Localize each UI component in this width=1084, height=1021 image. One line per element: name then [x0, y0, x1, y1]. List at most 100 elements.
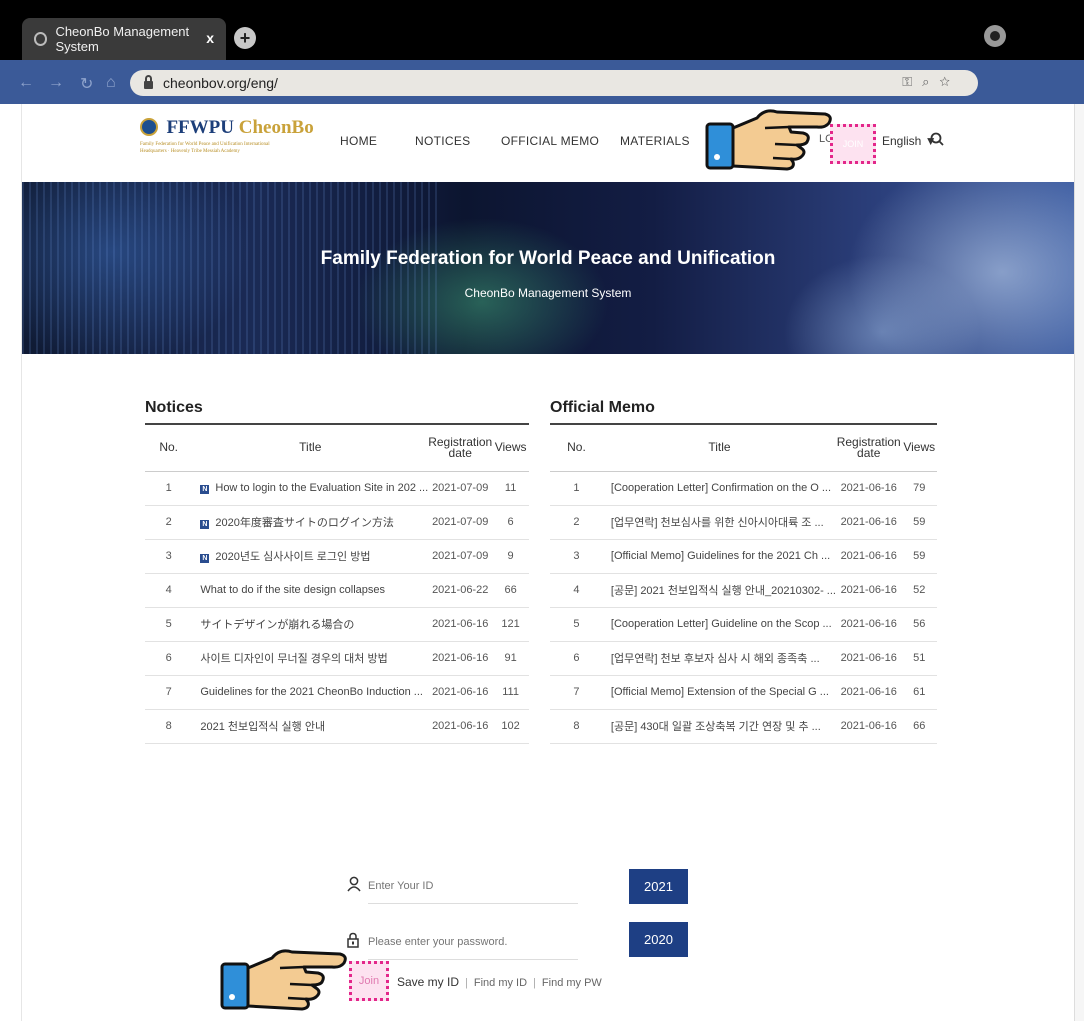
browser-profile-icon[interactable] — [984, 25, 1006, 47]
table-row[interactable]: 5 [Cooperation Letter] Guideline on the S… — [550, 607, 937, 642]
table-row[interactable]: 7 Guidelines for the 2021 CheonBo Inducti… — [145, 675, 529, 710]
row-title[interactable]: [공문] 2021 천보입적식 실행 안내_20210302- ... — [602, 573, 836, 608]
language-select[interactable]: English ▼ — [882, 134, 937, 148]
globe-icon — [34, 32, 48, 46]
col-title: Title — [602, 423, 836, 472]
reload-icon[interactable]: ↻ — [80, 74, 93, 94]
password-input[interactable] — [368, 932, 578, 960]
site-logo[interactable]: FFWPU CheonBo Family Federation for Worl… — [140, 117, 314, 155]
scrollbar[interactable] — [1074, 104, 1084, 1021]
new-tab-button[interactable]: + — [234, 27, 256, 49]
row-number: 6 — [145, 641, 193, 676]
row-views: 56 — [901, 607, 937, 642]
nav-official-memo[interactable]: OFFICIAL MEMO — [501, 134, 599, 148]
row-date: 2021-06-22 — [428, 573, 493, 608]
row-date: 2021-06-16 — [428, 641, 493, 676]
row-title[interactable]: [업무연락] 천보 후보자 심사 시 해외 종족축 ... — [602, 641, 836, 676]
row-number-text: 7 — [165, 686, 172, 698]
row-number-text: 7 — [573, 686, 580, 698]
row-date-text: 2021-07-09 — [432, 550, 489, 562]
row-number: 7 — [145, 675, 193, 710]
table-row[interactable]: 3 N 2020년도 심사사이트 로그인 방법 2021-07-09 9 — [145, 539, 529, 574]
row-title-text: [업무연락] 천보 후보자 심사 시 해외 종족축 ... — [610, 653, 820, 665]
row-views: 66 — [901, 709, 937, 744]
join-link-label: JOIN — [842, 139, 864, 149]
row-number: 2 — [145, 505, 193, 540]
row-date-text: 2021-06-16 — [840, 686, 897, 698]
table-row[interactable]: 4 What to do if the site design collapses… — [145, 573, 529, 608]
table-row[interactable]: 6 사이트 디자인이 무너질 경우의 대처 방법 2021-06-16 91 — [145, 641, 529, 676]
row-views: 79 — [901, 471, 937, 506]
back-arrow-icon[interactable]: ← — [18, 74, 34, 92]
separator: | — [465, 977, 468, 989]
id-input[interactable] — [368, 876, 578, 904]
logo-primary: FFWPU — [166, 117, 234, 138]
row-title[interactable]: [Cooperation Letter] Confirmation on the… — [602, 471, 836, 506]
row-date-text: 2021-06-16 — [432, 618, 489, 630]
new-badge-icon: N — [200, 485, 210, 494]
col-no: No. — [550, 423, 603, 472]
year-2021-button[interactable]: 2021 — [629, 869, 688, 904]
table-row[interactable]: 7 [Official Memo] Extension of the Specia… — [550, 675, 937, 710]
row-title[interactable]: N 2020年度審査サイトのログイン方法 — [192, 505, 429, 540]
table-row[interactable]: 8 [공문] 430대 일괄 조상축복 기간 연장 및 추 ... 2021-06-… — [550, 709, 937, 744]
row-title[interactable]: What to do if the site design collapses — [192, 573, 429, 608]
row-number-text: 1 — [573, 482, 580, 494]
row-title[interactable]: [공문] 430대 일괄 조상축복 기간 연장 및 추 ... — [602, 709, 836, 744]
table-row[interactable]: 1 N How to login to the Evaluation Site in… — [145, 471, 529, 506]
row-date-text: 2021-06-16 — [432, 720, 489, 732]
table-row[interactable]: 4 [공문] 2021 천보입적식 실행 안내_20210302- ... 2021… — [550, 573, 937, 608]
find-pw-link[interactable]: Find my PW — [542, 977, 602, 989]
row-title[interactable]: [업무연락] 천보심사를 위한 신아시아대륙 조 ... — [602, 505, 836, 540]
row-title[interactable]: N 2020년도 심사사이트 로그인 방법 — [192, 539, 429, 574]
save-id-checkbox[interactable]: Save my ID — [397, 975, 459, 989]
join-button-highlighted[interactable]: Join — [349, 961, 389, 1001]
row-views: 102 — [492, 709, 529, 744]
home-icon[interactable]: ⌂ — [106, 74, 116, 92]
row-title[interactable]: 사이트 디자인이 무너질 경우의 대처 방법 — [192, 641, 429, 676]
table-row[interactable]: 6 [업무연락] 천보 후보자 심사 시 해외 종족축 ... 2021-06-16… — [550, 641, 937, 676]
notices-heading[interactable]: Notices — [145, 399, 203, 417]
join-link-highlighted[interactable]: JOIN — [830, 124, 876, 164]
row-number-text: 1 — [165, 482, 172, 494]
table-row[interactable]: 2 N 2020年度審査サイトのログイン方法 2021-07-09 6 — [145, 505, 529, 540]
table-row[interactable]: 1 [Cooperation Letter] Confirmation on th… — [550, 471, 937, 506]
official-memo-table: No. Title Registration date Views 1 [Coop… — [550, 423, 937, 744]
find-id-link[interactable]: Find my ID — [474, 977, 527, 989]
banner-subtitle: CheonBo Management System — [464, 286, 632, 300]
row-views: 51 — [901, 641, 937, 676]
nav-materials[interactable]: MATERIALS — [620, 134, 690, 148]
row-title[interactable]: サイトデザインが崩れる場合の — [192, 607, 429, 642]
row-number-text: 6 — [573, 652, 580, 664]
table-row[interactable]: 2 [업무연락] 천보심사를 위한 신아시아대륙 조 ... 2021-06-16 5… — [550, 505, 937, 540]
table-row[interactable]: 8 2021 천보입적식 실행 안내 2021-06-16 102 — [145, 709, 529, 744]
row-title[interactable]: N How to login to the Evaluation Site in … — [192, 471, 429, 506]
row-title[interactable]: 2021 천보입적식 실행 안내 — [192, 709, 429, 744]
row-date-text: 2021-06-16 — [840, 550, 897, 562]
table-row[interactable]: 3 [Official Memo] Guidelines for the 2021… — [550, 539, 937, 574]
logo-subtitle: Family Federation for World Peace and Un… — [140, 142, 270, 154]
row-views: 61 — [901, 675, 937, 710]
url-action-icons[interactable]: ⚿⌕☆ — [902, 74, 960, 90]
nav-notices[interactable]: NOTICES — [415, 134, 470, 148]
row-title[interactable]: [Official Memo] Extension of the Special… — [602, 675, 836, 710]
row-views: 91 — [492, 641, 529, 676]
tab-close-icon[interactable]: x — [206, 30, 214, 46]
official-memo-heading[interactable]: Official Memo — [550, 399, 655, 417]
year-2020-button[interactable]: 2020 — [629, 922, 688, 957]
url-field[interactable]: cheonbov.org/eng/ ⚿⌕☆ — [130, 70, 978, 96]
row-title[interactable]: Guidelines for the 2021 CheonBo Inductio… — [192, 675, 429, 710]
address-bar: ← → ↻ ⌂ cheonbov.org/eng/ ⚿⌕☆ — [0, 60, 1084, 152]
row-date-text: 2021-06-16 — [432, 686, 489, 698]
nav-home[interactable]: HOME — [340, 134, 377, 148]
row-title[interactable]: [Cooperation Letter] Guideline on the Sc… — [602, 607, 836, 642]
search-icon[interactable] — [930, 132, 944, 146]
row-number: 4 — [145, 573, 193, 608]
forward-arrow-icon[interactable]: → — [48, 74, 64, 92]
row-title[interactable]: [Official Memo] Guidelines for the 2021 … — [602, 539, 836, 574]
col-no: No. — [145, 423, 193, 472]
row-views-text: 51 — [913, 652, 926, 664]
table-row[interactable]: 5 サイトデザインが崩れる場合の 2021-06-16 121 — [145, 607, 529, 642]
browser-tab[interactable]: CheonBo Management System x — [22, 18, 226, 60]
row-title-text: 2020년도 심사사이트 로그인 방법 — [215, 551, 371, 563]
